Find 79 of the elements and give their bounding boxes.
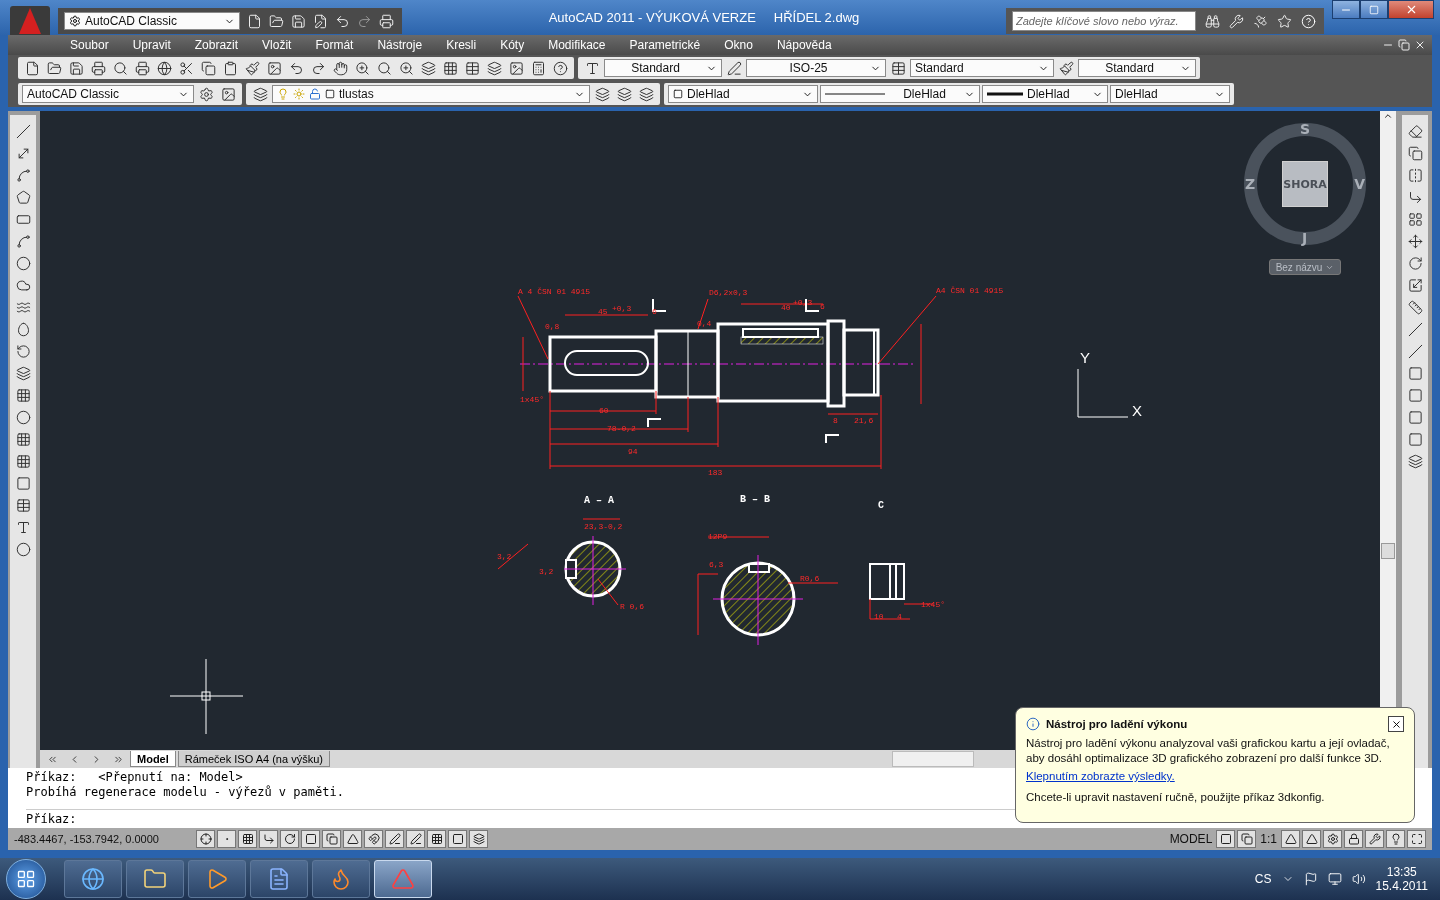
dimension-label: 12P9: [708, 532, 728, 541]
dimension-label: 183: [708, 468, 723, 477]
compass-label: J: [1302, 232, 1308, 245]
dimension-label: 4: [897, 612, 902, 621]
dimension-label: 23,3-0,2: [584, 522, 623, 531]
results-link[interactable]: Klepnutím zobrazte výsledky.: [1026, 770, 1404, 782]
dimension-label: 10: [874, 612, 884, 621]
file-name: HŘÍDEL 2.dwg: [773, 10, 860, 25]
balloon-title: Nástroj pro ladění výkonu: [1046, 718, 1189, 730]
clock[interactable]: 13:35 15.4.2011: [1375, 865, 1428, 893]
dimension-label: D6,2x0,3: [709, 288, 748, 297]
dimension-label: 60: [599, 406, 609, 415]
workspace-dropdown[interactable]: AutoCAD Classic: [22, 85, 194, 103]
plot-style-dropdown[interactable]: DleHlad: [1110, 85, 1230, 103]
dimension-label: A4 ČSN 01 4915: [936, 286, 1004, 295]
dimension-label: 3,2: [497, 552, 512, 561]
dimension-label: 94: [628, 447, 638, 456]
window-title: AutoCAD 2011 - VÝUKOVÁ VERZE: [548, 10, 756, 25]
clock-date: 15.4.2011: [1375, 879, 1428, 893]
menu-item[interactable]: Parametrické: [617, 38, 713, 52]
section-title: C: [878, 500, 884, 511]
ucs-axis-label: Y: [1080, 349, 1090, 366]
lineweight-dropdown[interactable]: DleHlad: [982, 85, 1108, 103]
command-prompt[interactable]: Příkaz:: [26, 810, 77, 826]
command-history-line: Příkaz: <Přepnutí na: Model>: [26, 770, 243, 785]
dimension-label: 0,8: [545, 322, 560, 331]
text-style-dropdown[interactable]: Standard: [604, 59, 722, 77]
coordinates-readout: -483.4467, -153.7942, 0.0000: [14, 833, 160, 845]
search-field[interactable]: Zadejte klíčové slovo nebo výraz.: [1012, 11, 1196, 31]
menu-item[interactable]: Modifikace: [536, 38, 618, 52]
menu-item[interactable]: Formát: [303, 38, 366, 52]
dimension-label: R 0,6: [620, 602, 644, 611]
dimension-label: 21,6: [854, 416, 874, 425]
menu-item[interactable]: Upravit: [120, 38, 183, 52]
compass-label: Z: [1245, 178, 1256, 191]
menu-item[interactable]: Okno: [712, 38, 765, 52]
ucs-menu-button[interactable]: Bez názvu: [1268, 259, 1342, 275]
compass-label: S: [1300, 123, 1311, 136]
menu-item[interactable]: Nástroje: [365, 38, 435, 52]
table-style-dropdown[interactable]: Standard: [910, 59, 1054, 77]
viewcube-compass[interactable]: S Z SHORA V J: [1244, 123, 1366, 245]
layout-tab[interactable]: Rámeček ISO A4 (na výšku): [177, 751, 330, 767]
clock-time: 13:35: [1386, 865, 1417, 879]
dimension-label: 3,2: [539, 567, 554, 576]
menu-item[interactable]: Vložit: [250, 38, 304, 52]
dimension-label: 1x45°: [520, 395, 544, 404]
dimension-label: 1x45°: [921, 600, 945, 609]
menu-item[interactable]: Nápověda: [764, 38, 844, 52]
space-label[interactable]: MODEL: [1167, 832, 1215, 846]
command-history-line: Probíhá regenerace modelu - výřezů v paměti.: [26, 784, 344, 799]
compass-label: V: [1354, 178, 1365, 191]
layout-tab[interactable]: Model: [130, 751, 176, 767]
menu-item[interactable]: Zobrazit: [182, 38, 251, 52]
annotation-scale[interactable]: 1:1: [1258, 832, 1279, 846]
balloon-note: Chcete-li upravit nastavení ručně, použijte příkaz 3dkonfig.: [1026, 790, 1326, 805]
dimension-label: 6: [652, 307, 657, 316]
multileader-style-dropdown[interactable]: Standard: [1078, 59, 1196, 77]
menu-item[interactable]: Kóty: [488, 38, 537, 52]
dimension-label: 6: [820, 302, 825, 311]
dimension-label: 45: [598, 307, 608, 316]
linetype-dropdown[interactable]: DleHlad: [820, 85, 980, 103]
dimension-label: 40: [781, 303, 791, 312]
language-indicator[interactable]: CS: [1254, 872, 1272, 886]
menu-item[interactable]: Kresli: [434, 38, 489, 52]
dimension-label: 8: [833, 416, 838, 425]
section-title: A – A: [584, 495, 614, 506]
dimension-label: 78-0,2: [607, 424, 636, 433]
dimension-label: +0,3: [612, 304, 632, 313]
dimension-label: A 4 ČSN 01 4915: [518, 287, 590, 296]
ucs-axis-label: X: [1132, 402, 1142, 419]
dimension-label: 6,3: [709, 560, 724, 569]
section-title: B – B: [740, 494, 770, 505]
dimension-style-dropdown[interactable]: ISO-25: [746, 59, 886, 77]
dimension-label: R0,6: [800, 574, 820, 583]
color-dropdown[interactable]: DleHlad: [668, 85, 818, 103]
workspace-dropdown[interactable]: AutoCAD Classic: [64, 12, 240, 30]
menu-item[interactable]: Soubor: [58, 38, 121, 52]
viewcube-face[interactable]: SHORA: [1282, 161, 1328, 207]
layer-dropdown[interactable]: tlustas: [272, 85, 590, 103]
